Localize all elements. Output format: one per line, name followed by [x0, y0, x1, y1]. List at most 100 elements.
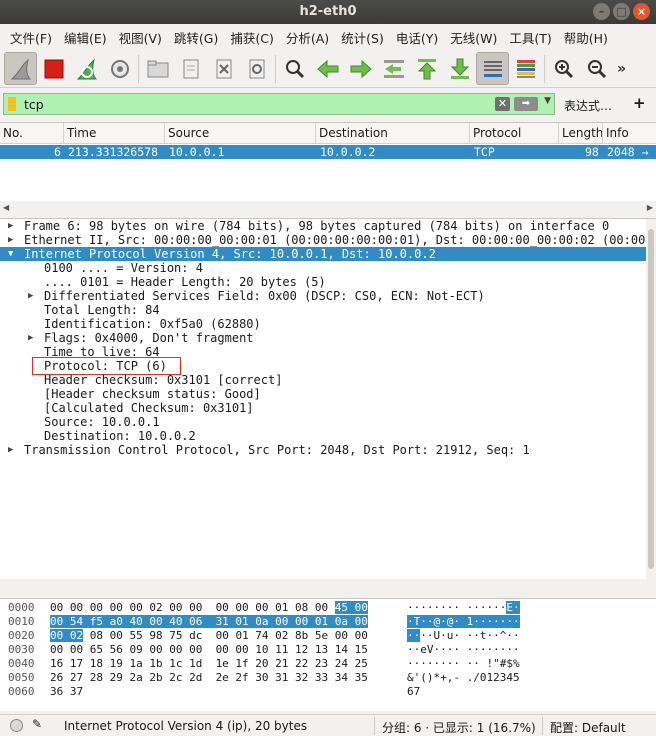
tree-item-label: Ethernet II, Src: 00:00:00_00:00:01 (00:…: [24, 233, 646, 247]
colorize-button[interactable]: [509, 52, 542, 85]
column-header-no[interactable]: No.: [0, 123, 64, 144]
stop-capture-button[interactable]: [37, 52, 70, 85]
auto-scroll-button[interactable]: [476, 52, 509, 85]
tree-item[interactable]: [Header checksum status: Good]: [0, 387, 646, 401]
expand-triangle-open-icon[interactable]: ▼: [8, 247, 13, 261]
display-filter-input[interactable]: tcp ✕ ➡ ▼: [3, 93, 555, 115]
find-packet-button[interactable]: [278, 52, 311, 85]
zoom-in-button[interactable]: [547, 52, 580, 85]
table-row[interactable]: 6 213.331326578 10.0.0.1 10.0.0.2 TCP 98…: [0, 145, 656, 159]
tree-item[interactable]: ▶ Differentiated Services Field: 0x00 (DS…: [0, 289, 646, 303]
byte-offset: 0060: [8, 685, 35, 698]
hex-dump[interactable]: 00 00 65 56 09 00 00 00 00 00 10 11 12 1…: [50, 643, 368, 657]
tree-item[interactable]: ▶ Frame 6: 98 bytes on wire (784 bits), 9…: [0, 219, 646, 233]
tree-item[interactable]: Protocol: TCP (6): [0, 359, 646, 373]
tree-item[interactable]: 0100 .... = Version: 4: [0, 261, 646, 275]
column-header-protocol[interactable]: Protocol: [470, 123, 559, 144]
expand-triangle-closed-icon[interactable]: ▶: [8, 219, 13, 233]
ascii-dump[interactable]: ········ ·· !"#$%: [407, 657, 520, 671]
close-file-button[interactable]: [207, 52, 240, 85]
add-filter-button[interactable]: +: [633, 94, 646, 112]
menu-tools[interactable]: 工具(T): [503, 28, 557, 47]
tree-item[interactable]: [Calculated Checksum: 0x3101]: [0, 401, 646, 415]
hex-dump[interactable]: 16 17 18 19 1a 1b 1c 1d 1e 1f 20 21 22 2…: [50, 657, 368, 671]
ascii-dump[interactable]: ····U·u· ··t··^··: [407, 629, 520, 643]
menu-help[interactable]: 帮助(H): [558, 28, 614, 47]
menu-wireless[interactable]: 无线(W): [444, 28, 503, 47]
zoom-out-button[interactable]: [580, 52, 613, 85]
bookmark-icon[interactable]: [8, 97, 16, 111]
hex-dump[interactable]: 00 00 00 00 00 02 00 00 00 00 00 01 08 0…: [50, 601, 368, 615]
close-button[interactable]: ×: [633, 3, 650, 20]
menu-go[interactable]: 跳转(G): [168, 28, 224, 47]
scroll-left-icon[interactable]: ◀: [3, 203, 9, 212]
hex-dump[interactable]: 00 02 08 00 55 98 75 dc 00 01 74 02 8b 5…: [50, 629, 368, 643]
ascii-dump[interactable]: &'()*+,- ./012345: [407, 671, 520, 685]
ascii-dump[interactable]: ········ ······E·: [407, 601, 520, 615]
clear-filter-icon[interactable]: ✕: [495, 97, 510, 111]
filter-history-dropdown-icon[interactable]: ▼: [544, 96, 551, 106]
expert-info-icon[interactable]: [10, 719, 23, 732]
tree-item[interactable]: Identification: 0xf5a0 (62880): [0, 317, 646, 331]
capture-comment-icon[interactable]: ✎: [32, 717, 42, 731]
menu-capture[interactable]: 捕获(C): [224, 28, 279, 47]
menu-view[interactable]: 视图(V): [113, 28, 168, 47]
reload-file-button[interactable]: [240, 52, 273, 85]
save-file-button[interactable]: [174, 52, 207, 85]
column-header-time[interactable]: Time: [64, 123, 165, 144]
open-file-button[interactable]: [141, 52, 174, 85]
ascii-dump[interactable]: ·T··@·@· 1·······: [407, 615, 520, 629]
minimize-button[interactable]: –: [593, 3, 610, 20]
tree-item[interactable]: Destination: 10.0.0.2: [0, 429, 646, 443]
maximize-button[interactable]: □: [613, 3, 630, 20]
expand-triangle-closed-icon[interactable]: ▶: [28, 331, 33, 345]
menu-file[interactable]: 文件(F): [4, 28, 58, 47]
menu-telephony[interactable]: 电话(Y): [390, 28, 444, 47]
tree-item[interactable]: Total Length: 84: [0, 303, 646, 317]
last-packet-button[interactable]: [443, 52, 476, 85]
hex-dump[interactable]: 36 37: [50, 685, 83, 699]
scrollbar-thumb[interactable]: [648, 229, 654, 569]
tree-item[interactable]: Time to live: 64: [0, 345, 646, 359]
tree-item[interactable]: ▶ Transmission Control Protocol, Src Port…: [0, 443, 646, 457]
scroll-right-icon[interactable]: ▶: [647, 203, 653, 212]
go-forward-button[interactable]: [344, 52, 377, 85]
toolbar-overflow-button[interactable]: »: [617, 61, 626, 77]
column-header-source[interactable]: Source: [165, 123, 316, 144]
menu-analyze[interactable]: 分析(A): [280, 28, 335, 47]
menu-edit[interactable]: 编辑(E): [58, 28, 113, 47]
details-horizontal-scrollbar[interactable]: [0, 579, 646, 593]
profile-selector[interactable]: 配置: Default: [550, 719, 626, 736]
packet-list-horizontal-scrollbar[interactable]: ◀ ▶: [0, 201, 656, 215]
go-to-packet-button[interactable]: [377, 52, 410, 85]
ascii-dump[interactable]: 67: [407, 685, 420, 699]
display-filter-value[interactable]: tcp: [24, 97, 44, 112]
column-header-length[interactable]: Length: [559, 123, 603, 144]
hex-dump[interactable]: 00 54 f5 a0 40 00 40 06 31 01 0a 00 00 0…: [50, 615, 368, 629]
tree-item[interactable]: ▶ Ethernet II, Src: 00:00:00_00:00:01 (00…: [0, 233, 646, 247]
tree-item[interactable]: ▶ Flags: 0x4000, Don't fragment: [0, 331, 646, 345]
hex-dump[interactable]: 26 27 28 29 2a 2b 2c 2d 2e 2f 30 31 32 3…: [50, 671, 368, 685]
capture-options-button[interactable]: [103, 52, 136, 85]
go-back-button[interactable]: [311, 52, 344, 85]
column-header-destination[interactable]: Destination: [316, 123, 470, 144]
expand-triangle-closed-icon[interactable]: ▶: [8, 443, 13, 457]
column-header-info[interactable]: Info: [603, 123, 656, 144]
ascii-dump[interactable]: ··eV···· ········: [407, 643, 520, 657]
expression-button[interactable]: 表达式…: [564, 97, 612, 114]
arrow-up-icon: [417, 58, 436, 79]
menu-statistics[interactable]: 统计(S): [335, 28, 390, 47]
apply-filter-icon[interactable]: ➡: [514, 97, 538, 111]
expand-triangle-closed-icon[interactable]: ▶: [28, 289, 33, 303]
first-packet-button[interactable]: [410, 52, 443, 85]
start-capture-button[interactable]: [4, 52, 37, 85]
bytes-row: 0030 00 00 65 56 09 00 00 00 00 00 10 11 …: [0, 643, 656, 657]
tree-item[interactable]: ▼ Internet Protocol Version 4, Src: 10.0.…: [0, 247, 646, 261]
tree-item[interactable]: Header checksum: 0x3101 [correct]: [0, 373, 646, 387]
tree-item[interactable]: Source: 10.0.0.1: [0, 415, 646, 429]
details-vertical-scrollbar[interactable]: [646, 219, 656, 593]
tree-item[interactable]: .... 0101 = Header Length: 20 bytes (5): [0, 275, 646, 289]
restart-capture-button[interactable]: [70, 52, 103, 85]
expand-triangle-closed-icon[interactable]: ▶: [8, 233, 13, 247]
stop-icon: [44, 59, 63, 78]
